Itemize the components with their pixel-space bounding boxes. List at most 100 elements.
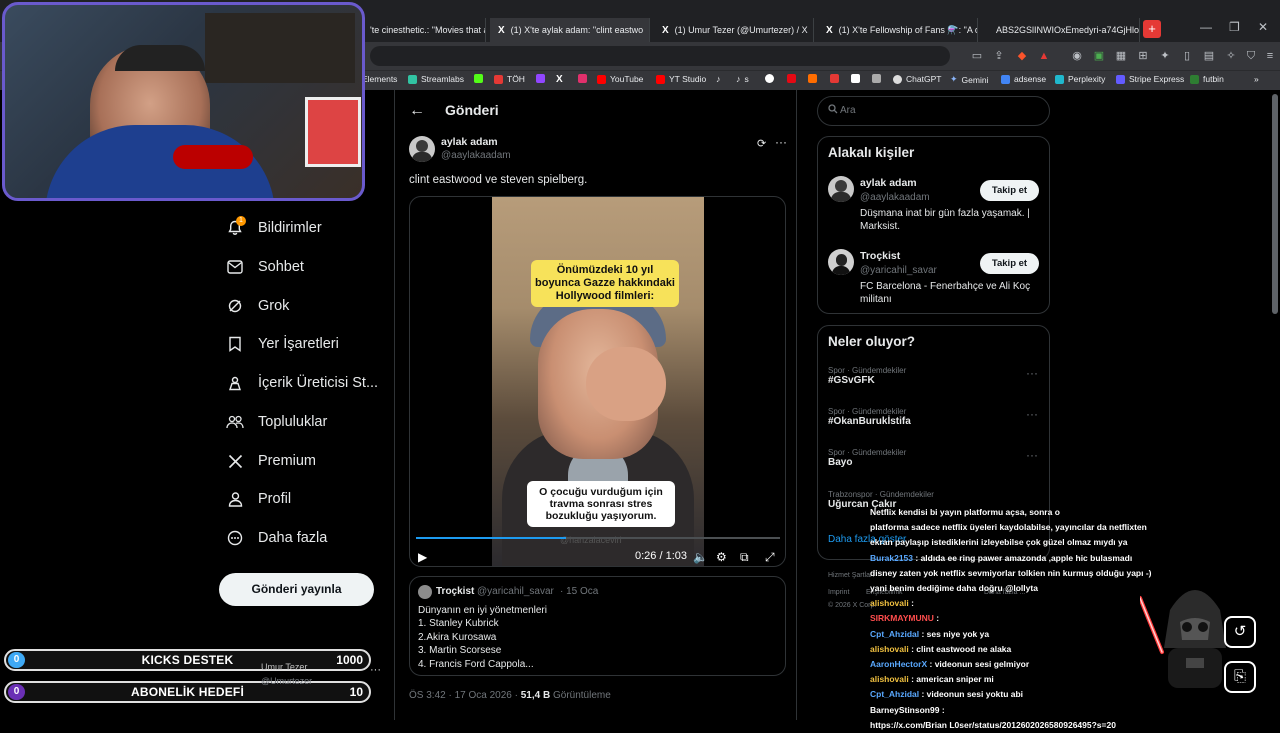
puzzle-icon[interactable]: ✦ (1158, 49, 1172, 63)
volume-icon[interactable]: 🔈 (693, 550, 708, 564)
minimize-icon[interactable]: — (1200, 20, 1212, 34)
bookmark[interactable] (851, 74, 860, 83)
nav-item-premium[interactable]: Premium (226, 452, 316, 470)
browser-tab[interactable]: 'te cinesthetic.: "Movies that are (362, 18, 486, 42)
maximize-icon[interactable]: ❐ (1229, 20, 1240, 34)
brave-rewards-icon[interactable]: ▲ (1037, 49, 1051, 63)
bookmark[interactable]: Streamlabs (408, 74, 464, 84)
quoted-post[interactable]: Troçkist @yaricahil_savar · 15 Oca Dünya… (409, 576, 786, 676)
chat-username[interactable]: alishovali (870, 674, 909, 684)
bookmark[interactable]: futbin (1190, 74, 1224, 84)
trend-more-icon[interactable]: ··· (1026, 448, 1038, 462)
more-options-icon[interactable]: ··· (775, 135, 787, 149)
wallet-icon[interactable]: ▤ (1202, 49, 1216, 63)
extension-icon[interactable]: ⊞ (1136, 49, 1150, 63)
nav-item-more[interactable]: Daha fazla (226, 529, 327, 547)
back-arrow-icon[interactable]: ← (409, 102, 425, 120)
extension-icon[interactable]: ▣ (1092, 49, 1106, 63)
trend-item[interactable]: Spor · Gündemdekiler #GSvGFK (828, 366, 906, 386)
nav-item-chat[interactable]: Sohbet (226, 258, 304, 276)
bookmark[interactable]: ♪ s (736, 74, 749, 84)
extension-icon[interactable]: ◉ (1070, 49, 1084, 63)
bookmark[interactable] (830, 74, 839, 83)
video-progress-bar[interactable] (416, 537, 780, 539)
picture-in-picture-icon[interactable]: ⧉ (740, 550, 749, 565)
browser-tab[interactable]: X (1) Umur Tezer (@Umurtezer) / X (654, 18, 814, 42)
bookmark[interactable]: ChatGPT (893, 74, 941, 84)
extension-icon[interactable]: ▦ (1114, 49, 1128, 63)
trend-more-icon[interactable]: ··· (1026, 366, 1038, 380)
cast-icon[interactable]: ▭ (970, 49, 984, 63)
settings-gear-icon[interactable]: ⚙ (716, 550, 727, 564)
bookmark[interactable] (536, 74, 545, 83)
person-name[interactable]: aylak adam (860, 177, 917, 189)
stream-action-icon[interactable]: ⎘ (1224, 661, 1256, 693)
chat-username[interactable]: alishovali (870, 598, 909, 608)
person-name[interactable]: Troçkist (860, 250, 900, 262)
search-input[interactable]: Ara (817, 96, 1050, 126)
trend-item[interactable]: Spor · Gündemdekiler #OkanBurukİstifa (828, 407, 911, 427)
bookmark[interactable] (808, 74, 817, 83)
follow-button[interactable]: Takip et (980, 253, 1039, 274)
chat-username[interactable]: BarneyStinson99 (870, 705, 939, 715)
fullscreen-icon[interactable]: ⤢ (765, 550, 775, 565)
chat-username[interactable]: Cpt_Ahzidal (870, 629, 919, 639)
browser-tab-active[interactable]: X (1) X'te aylak adam: "clint eastwo ✕ (490, 18, 650, 42)
address-bar[interactable] (370, 46, 950, 66)
bookmark[interactable] (787, 74, 796, 83)
author-avatar[interactable] (409, 136, 435, 162)
person-handle[interactable]: @aaylakaadam (860, 192, 930, 203)
play-icon[interactable]: ▶ (418, 550, 427, 564)
new-tab-button[interactable]: + (1143, 20, 1161, 38)
footer-link[interactable]: Imprint (828, 589, 849, 596)
page-scrollbar[interactable] (1272, 94, 1278, 314)
chat-username[interactable]: SIRKMAYMUNU (870, 613, 934, 623)
bookmark[interactable]: Elements (362, 74, 397, 84)
post-button[interactable]: Gönderi yayınla (219, 573, 374, 606)
bookmark[interactable]: Perplexity (1055, 74, 1105, 84)
chat-username[interactable]: Burak2153 (870, 553, 913, 563)
bookmark[interactable]: ♪ (716, 74, 721, 84)
chat-username[interactable]: AaronHectorX (870, 659, 927, 669)
share-icon[interactable]: ⇪ (992, 49, 1006, 63)
bookmark[interactable]: adsense (1001, 74, 1046, 84)
person-handle[interactable]: @yaricahil_savar (860, 265, 937, 276)
bookmark[interactable]: YT Studio (656, 74, 706, 84)
bookmark[interactable] (474, 74, 483, 83)
bookmark[interactable]: Stripe Express (1116, 74, 1184, 84)
footer-link[interactable]: Hizmet Şartları (828, 572, 874, 579)
bookmark[interactable] (578, 74, 587, 83)
author-handle[interactable]: @aaylakaadam (441, 150, 511, 161)
video-player[interactable]: Önümüzdeki 10 yıl boyunca Gazze hakkında… (409, 196, 786, 567)
person-avatar[interactable] (828, 176, 854, 202)
browser-tab[interactable]: X (1) X'te Fellowship of Fans ⚗️: "A ca (818, 18, 978, 42)
bookmark[interactable]: ✦ Gemini (950, 74, 988, 85)
nav-item-bookmarks[interactable]: Yer İşaretleri (226, 335, 339, 353)
grok-explain-icon[interactable]: ⟳ (757, 137, 766, 150)
close-tab-icon[interactable]: ✕ (649, 25, 650, 36)
stream-action-icon[interactable]: ↺ (1224, 616, 1256, 648)
browser-tab[interactable]: ABS2GSlINWIOxEmedyri-a74GjHloS (982, 18, 1140, 42)
nav-item-grok[interactable]: Grok (226, 297, 289, 315)
bookmark[interactable]: YouTube (597, 74, 643, 84)
vpn-icon[interactable]: ⛉ (1244, 49, 1258, 63)
follow-button[interactable]: Takip et (980, 180, 1039, 201)
chat-username[interactable]: alishovali (870, 644, 909, 654)
brave-shield-icon[interactable]: ◆ (1015, 49, 1029, 63)
more-bookmarks-icon[interactable]: » (1254, 74, 1259, 84)
nav-item-profile[interactable]: Profil (226, 490, 291, 508)
bookmark[interactable] (765, 74, 774, 83)
trend-item[interactable]: Spor · Gündemdekiler Bayo (828, 448, 906, 468)
trend-more-icon[interactable]: ··· (1026, 407, 1038, 421)
person-avatar[interactable] (828, 249, 854, 275)
nav-item-communities[interactable]: Topluluklar (226, 413, 327, 431)
menu-icon[interactable]: ≡ (1263, 49, 1277, 63)
author-name[interactable]: aylak adam (441, 136, 498, 148)
ai-icon[interactable]: ✧ (1224, 49, 1238, 63)
close-window-icon[interactable]: ✕ (1258, 20, 1268, 34)
sidebar-icon[interactable]: ▯ (1180, 49, 1194, 63)
bookmark[interactable]: TÖH (494, 74, 525, 84)
bookmark[interactable]: X (556, 74, 563, 85)
account-more-icon[interactable]: ··· (370, 664, 381, 676)
nav-item-creator-studio[interactable]: İçerik Üreticisi St... (226, 374, 378, 392)
